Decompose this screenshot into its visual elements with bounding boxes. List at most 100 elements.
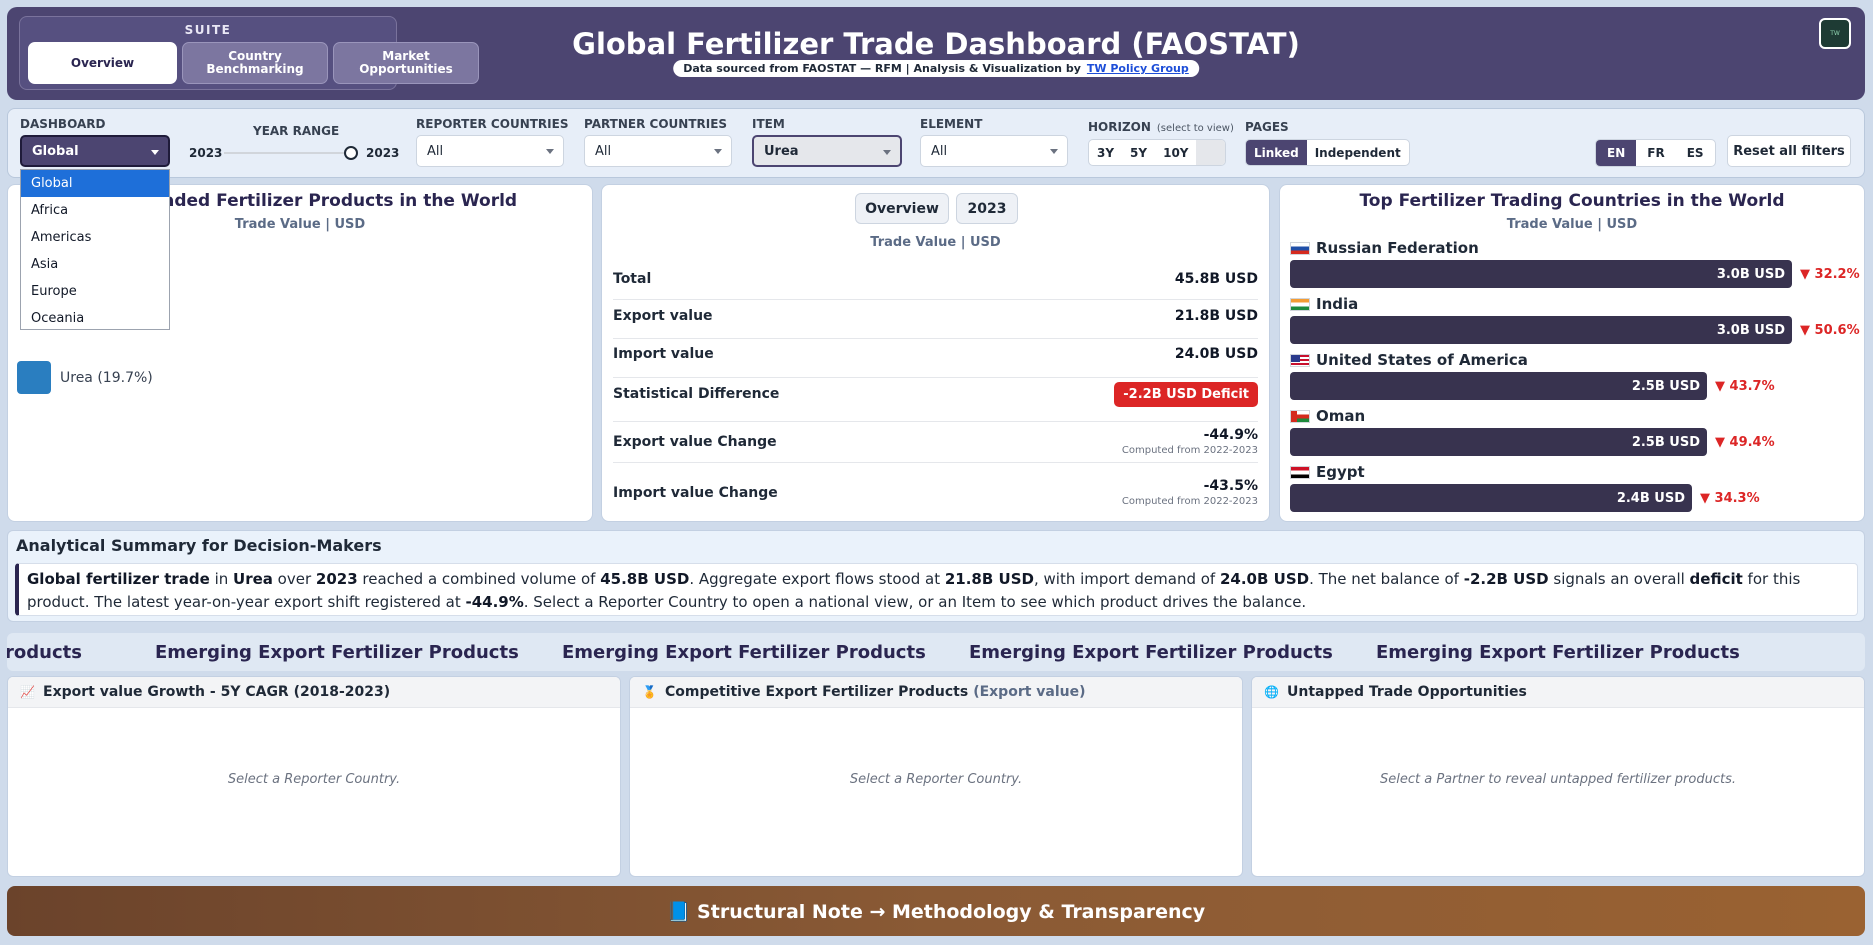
kpi-row-statistical-difference: Statistical Difference -2.2B USD Deficit — [613, 382, 1258, 422]
pages-independent[interactable]: Independent — [1307, 140, 1409, 165]
kpi-subtitle: Trade Value | USD — [870, 235, 1001, 250]
country-value: 3.0B USD — [1716, 266, 1785, 282]
dropdown-option-americas[interactable]: Americas — [21, 224, 169, 251]
year-range-track[interactable] — [224, 152, 348, 154]
country-value: 2.4B USD — [1616, 490, 1685, 506]
year-range-handle[interactable] — [344, 146, 358, 160]
item-label: ITEM — [752, 117, 785, 131]
horizon-3y[interactable]: 3Y — [1089, 140, 1122, 165]
chevron-down-icon — [714, 149, 722, 154]
country-value: 2.5B USD — [1631, 378, 1700, 394]
cagr-panel-title: Export value Growth - 5Y CAGR (2018-2023… — [43, 684, 391, 700]
dropdown-option-global[interactable]: Global — [21, 170, 169, 197]
competitive-empty-state: Select a Reporter Country. — [849, 772, 1023, 787]
horizon-10y[interactable]: 10Y — [1155, 140, 1196, 165]
partner-select[interactable]: All — [584, 135, 732, 167]
country-bar: 3.0B USD — [1290, 316, 1792, 344]
lang-en[interactable]: EN — [1596, 140, 1637, 166]
competitive-panel-title: Competitive Export Fertilizer Products — [665, 684, 969, 700]
partner-label: PARTNER COUNTRIES — [584, 117, 728, 131]
kpi-tab-overview[interactable]: Overview — [855, 193, 949, 224]
chevron-down-icon — [1050, 149, 1058, 154]
horizon-label-text: HORIZON — [1088, 120, 1151, 134]
header-bar: SUITE Overview Country Benchmarking Mark… — [7, 7, 1865, 100]
year-range-label: YEAR RANGE — [253, 124, 340, 138]
summary-segment: -2.2B USD — [1463, 570, 1549, 588]
summary-segment: 2023 — [315, 570, 358, 588]
legend-label-urea: Urea (19.7%) — [60, 370, 153, 386]
reporter-label: REPORTER COUNTRIES — [416, 117, 569, 131]
untapped-panel-header: 🌐 Untapped Trade Opportunities — [1252, 677, 1864, 708]
cagr-panel: 📈 Export value Growth - 5Y CAGR (2018-20… — [7, 676, 621, 877]
oman-flag-icon — [1290, 410, 1310, 423]
summary-segment: , with import demand of — [1033, 570, 1220, 588]
kpi-key: Import value — [613, 346, 714, 362]
competitive-panel-header: 🏅 Competitive Export Fertilizer Products… — [630, 677, 1242, 708]
element-value: All — [931, 143, 948, 159]
tw-policy-link[interactable]: TW Policy Group — [1087, 62, 1189, 75]
kpi-tab-year[interactable]: 2023 — [956, 193, 1018, 224]
egypt-flag-icon — [1290, 466, 1310, 479]
country-value: 3.0B USD — [1716, 322, 1785, 338]
tw-logo-icon[interactable]: TW — [1819, 18, 1851, 49]
horizon-spacer — [1196, 140, 1225, 165]
pages-linked[interactable]: Linked — [1246, 140, 1307, 165]
source-text: Data sourced from FAOSTAT — RFM | Analys… — [683, 62, 1081, 75]
reset-filters-button[interactable]: Reset all filters — [1727, 135, 1851, 167]
analytical-summary: Analytical Summary for Decision-Makers G… — [7, 530, 1865, 622]
dropdown-option-africa[interactable]: Africa — [21, 197, 169, 224]
kpi-note: Computed from 2022-2023 — [1121, 445, 1258, 456]
legend-swatch-urea — [17, 361, 51, 394]
country-name: United States of America — [1316, 351, 1528, 369]
country-change: ▼ 50.6% — [1800, 323, 1860, 338]
horizon-toggle: 3Y 5Y 10Y — [1088, 139, 1226, 166]
dropdown-option-europe[interactable]: Europe — [21, 278, 169, 305]
summary-segment: . The net balance of — [1309, 570, 1464, 588]
country-bar: 2.5B USD — [1290, 428, 1707, 456]
year-range-from: 2023 — [189, 146, 223, 160]
dropdown-option-asia[interactable]: Asia — [21, 251, 169, 278]
summary-segment: Urea — [233, 570, 273, 588]
kpi-value: 45.8B USD — [1174, 271, 1258, 287]
summary-segment: -44.9% — [465, 593, 524, 611]
methodology-button[interactable]: 📘 Structural Note → Methodology & Transp… — [7, 886, 1865, 936]
summary-segment: signals an overall — [1548, 570, 1690, 588]
competitive-panel: 🏅 Competitive Export Fertilizer Products… — [629, 676, 1243, 877]
horizon-5y[interactable]: 5Y — [1122, 140, 1155, 165]
element-label: ELEMENT — [920, 117, 983, 131]
country-change: ▼ 34.3% — [1700, 491, 1760, 506]
item-value: Urea — [764, 143, 799, 159]
dropdown-option-oceania[interactable]: Oceania — [21, 305, 169, 332]
kpi-row-import: Import value 24.0B USD — [613, 346, 1258, 378]
ticker-item: Emerging Export Fertilizer Products — [155, 642, 519, 663]
kpi-value: -44.9% — [1203, 427, 1258, 443]
dashboard-select[interactable]: Global — [20, 135, 170, 167]
untapped-empty-state: Select a Partner to reveal untapped fert… — [1380, 772, 1736, 787]
lang-fr[interactable]: FR — [1636, 140, 1675, 166]
kpi-value: -43.5% — [1203, 478, 1258, 494]
kpi-value: 24.0B USD — [1174, 346, 1258, 362]
kpi-note: Computed from 2022-2023 — [1121, 496, 1258, 507]
kpi-key: Export value Change — [613, 434, 777, 450]
summary-segment: over — [272, 570, 316, 588]
reporter-select[interactable]: All — [416, 135, 564, 167]
ticker-item: Emerging Export Fertilizer Products — [1376, 642, 1740, 663]
country-name: Oman — [1316, 407, 1366, 425]
item-select[interactable]: Urea — [752, 135, 902, 167]
summary-segment: Global fertilizer trade — [27, 570, 210, 588]
summary-segment: deficit — [1689, 570, 1743, 588]
chart-up-icon: 📈 — [20, 685, 35, 699]
summary-title: Analytical Summary for Decision-Makers — [16, 536, 382, 555]
kpi-value: 21.8B USD — [1174, 308, 1258, 324]
year-range-to: 2023 — [366, 146, 400, 160]
partner-value: All — [595, 143, 612, 159]
country-bar: 3.0B USD — [1290, 260, 1792, 288]
reporter-value: All — [427, 143, 444, 159]
element-select[interactable]: All — [920, 135, 1068, 167]
kpi-row-total: Total 45.8B USD — [613, 271, 1258, 300]
horizon-hint: (select to view) — [1156, 123, 1234, 134]
lang-es[interactable]: ES — [1676, 140, 1715, 166]
kpi-key: Import value Change — [613, 485, 778, 501]
horizon-label: HORIZON (select to view) — [1088, 120, 1234, 134]
country-bar: 2.4B USD — [1290, 484, 1692, 512]
